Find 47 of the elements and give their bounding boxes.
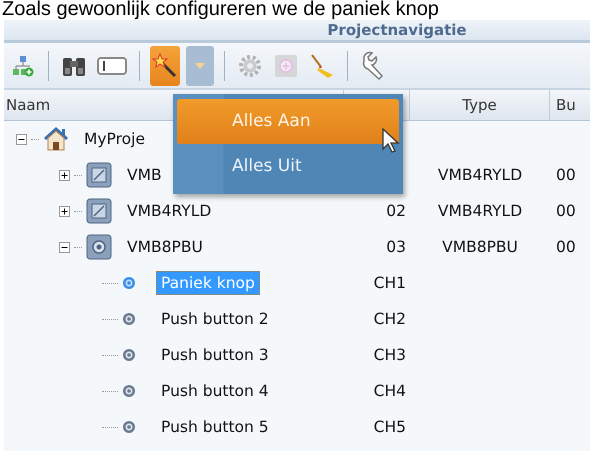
expand-icon[interactable] xyxy=(59,170,70,180)
panel-title: Projectnavigatie xyxy=(327,20,467,40)
column-header[interactable]: Bu xyxy=(550,90,590,120)
house-icon xyxy=(43,126,69,152)
channel-icon xyxy=(122,384,136,398)
address-text: CH5 xyxy=(374,418,406,436)
tree-item[interactable]: VMB xyxy=(122,163,167,187)
wand-button[interactable] xyxy=(150,46,180,86)
push-button-module-icon xyxy=(86,234,112,260)
network-add-icon xyxy=(12,54,34,76)
address-text: CH4 xyxy=(374,382,406,400)
address-text: CH2 xyxy=(374,310,406,328)
tree-item[interactable]: Push button 5 xyxy=(156,415,274,439)
address-text: 03 xyxy=(386,238,406,256)
bus-text: 00 xyxy=(556,238,576,256)
tree-item[interactable]: Push button 4 xyxy=(156,379,274,403)
tree-item[interactable]: Push button 3 xyxy=(156,343,274,367)
mouse-cursor-icon xyxy=(382,128,400,154)
caret-icon xyxy=(195,62,205,68)
tree-item[interactable]: Push button 2 xyxy=(156,307,274,331)
window-icon xyxy=(97,56,127,74)
menu-item[interactable]: Alles Uit xyxy=(177,144,399,189)
collapse-icon[interactable] xyxy=(59,242,70,252)
type-text: VMB4RYLD xyxy=(438,166,522,184)
address-text: CH1 xyxy=(374,274,406,292)
type-text: VMB4RYLD xyxy=(438,202,522,220)
channel-icon xyxy=(122,348,136,362)
relay-module-icon xyxy=(86,198,112,224)
caption-text: Zoals gewoonlijk configureren we de paniek knop xyxy=(1,0,440,18)
broom-icon xyxy=(309,52,335,78)
bus-text: 00 xyxy=(556,166,576,184)
channel-icon xyxy=(122,420,136,434)
column-header[interactable]: Type xyxy=(410,90,550,120)
channel-icon xyxy=(122,276,136,290)
tree-item[interactable]: VMB4RYLD xyxy=(122,199,216,223)
expand-icon[interactable] xyxy=(59,206,70,216)
type-text: VMB8PBU xyxy=(442,238,518,256)
address-text: 02 xyxy=(386,202,406,220)
tree-item[interactable]: VMB8PBU xyxy=(122,235,208,259)
channel-icon xyxy=(122,312,136,326)
collapse-icon[interactable] xyxy=(16,134,27,144)
tree-item[interactable]: MyProje xyxy=(79,127,150,151)
magic-wand-icon xyxy=(152,52,178,78)
relay-module-icon xyxy=(86,162,112,188)
bus-text: 00 xyxy=(556,202,576,220)
gear-icon xyxy=(238,54,262,78)
address-text: CH3 xyxy=(374,346,406,364)
